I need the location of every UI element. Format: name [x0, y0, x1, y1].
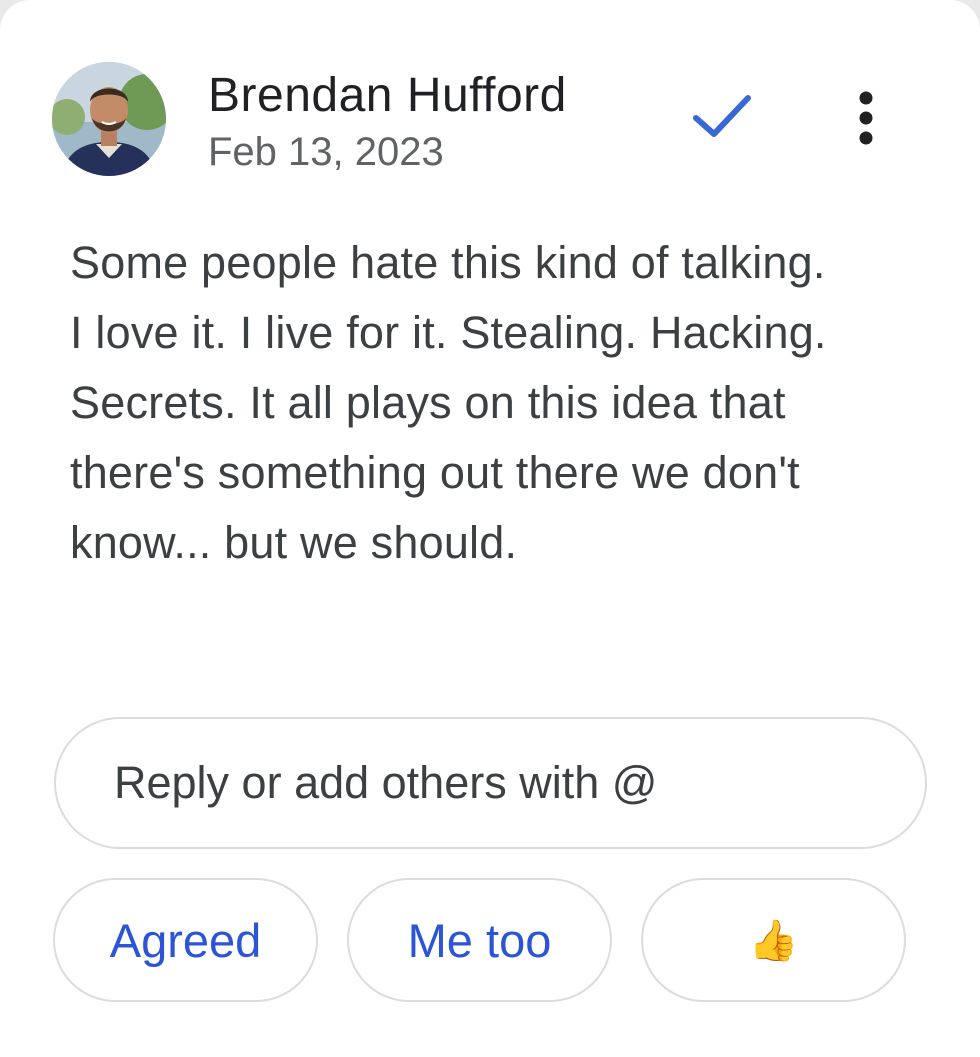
- checkmark-icon: [693, 95, 751, 137]
- author-name: Brendan Hufford: [208, 69, 567, 122]
- resolve-button[interactable]: [680, 80, 764, 152]
- more-options-button[interactable]: [834, 78, 898, 158]
- author-avatar[interactable]: [52, 62, 166, 176]
- quick-reply-thumbs-up-button[interactable]: 👍: [641, 878, 906, 1002]
- more-vert-icon: [859, 91, 873, 145]
- quick-reply-me-too-button[interactable]: Me too: [347, 878, 612, 1002]
- comment-card: Brendan Hufford Feb 13, 2023 Some people…: [0, 0, 980, 1057]
- reply-input[interactable]: [54, 717, 927, 849]
- user-photo-avatar-icon: [52, 62, 166, 176]
- comment-body: Some people hate this kind of talking. I…: [70, 237, 827, 568]
- quick-reply-agreed-button[interactable]: Agreed: [53, 878, 318, 1002]
- comment-date: Feb 13, 2023: [208, 130, 444, 174]
- thumbs-up-icon: 👍: [748, 918, 799, 963]
